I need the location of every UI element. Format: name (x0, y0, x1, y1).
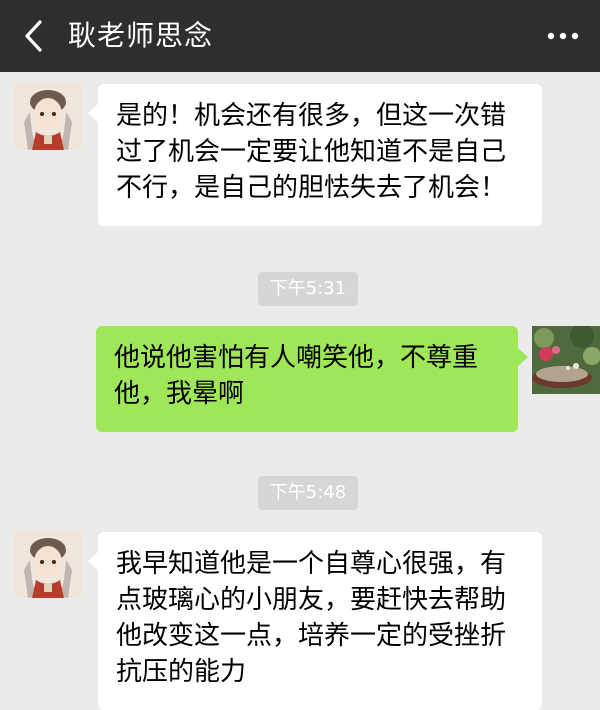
timestamp: 下午5:31 (258, 272, 358, 306)
bubble-tail (88, 552, 98, 570)
chevron-left-icon[interactable] (18, 16, 52, 56)
chat-title: 耿老师思念 (68, 19, 214, 52)
contact-avatar[interactable] (14, 530, 82, 598)
message-bubble-received[interactable]: 是的！机会还有很多，但这一次错过了机会一定要让他知道不是自己不行，是自己的胆怯失… (98, 84, 542, 226)
timestamp: 下午5:48 (258, 476, 358, 510)
more-dots-icon[interactable] (546, 22, 580, 50)
bubble-tail (88, 104, 98, 122)
message-bubble-sent[interactable]: 他说他害怕有人嘲笑他，不尊重他，我晕啊 (96, 326, 518, 432)
message-text: 是的！机会还有很多，但这一次错过了机会一定要让他知道不是自己不行，是自己的胆怯失… (116, 101, 507, 203)
message-bubble-received[interactable]: 我早知道他是一个自尊心很强，有点玻璃心的小朋友，要赶快去帮助他改变这一点，培养一… (98, 532, 542, 710)
user-avatar[interactable] (532, 326, 600, 394)
message-text: 他说他害怕有人嘲笑他，不尊重他，我晕啊 (114, 343, 479, 409)
message-text: 我早知道他是一个自尊心很强，有点玻璃心的小朋友，要赶快去帮助他改变这一点，培养一… (116, 549, 507, 687)
contact-avatar[interactable] (14, 82, 82, 150)
bubble-tail (518, 348, 528, 366)
chat-header: 耿老师思念 (0, 0, 600, 72)
